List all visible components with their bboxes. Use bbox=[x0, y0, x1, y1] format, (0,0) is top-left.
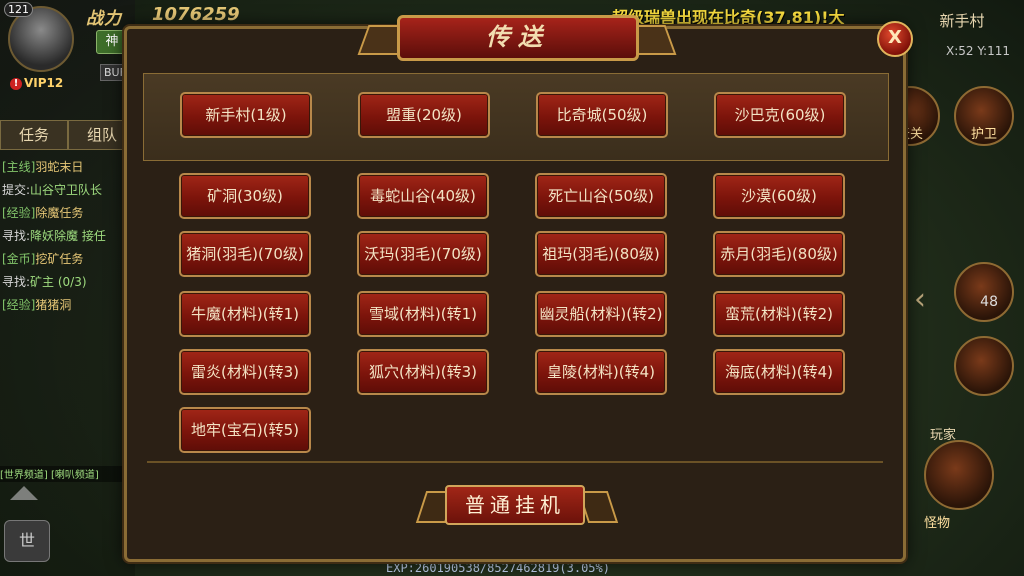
teleport-snake-valley[interactable]: 毒蛇山谷(40级) bbox=[357, 173, 489, 219]
map-name[interactable]: 新手村 bbox=[908, 8, 1016, 40]
teleport-dialog: 传送 X 新手村(1级) 盟重(20级) 比奇城(50级) 沙巴克(60级) 矿… bbox=[124, 15, 913, 562]
tab-tasks[interactable]: 任务 bbox=[0, 120, 68, 150]
auto-hangup-button[interactable]: 普通挂机 bbox=[445, 485, 585, 525]
quest-item[interactable]: [主线]羽蛇末日 bbox=[2, 156, 106, 179]
teleport-pig-cave[interactable]: 猪洞(羽毛)(70级) bbox=[179, 231, 311, 277]
teleport-wilderness[interactable]: 蛮荒(材料)(转2) bbox=[713, 291, 845, 337]
dialog-title: 传送 bbox=[397, 15, 639, 61]
teleport-biqi-city[interactable]: 比奇城(50级) bbox=[536, 92, 668, 138]
target-monster-label: 怪物 bbox=[923, 516, 950, 531]
chevron-up-icon[interactable] bbox=[10, 486, 38, 500]
teleport-death-valley[interactable]: 死亡山谷(50级) bbox=[535, 173, 667, 219]
teleport-seabed[interactable]: 海底(材料)(转4) bbox=[713, 349, 845, 395]
vip-badge[interactable]: VIP12 bbox=[24, 76, 63, 90]
exp-readout: EXP:260190538/8527462819(3.05%) bbox=[386, 561, 610, 575]
quest-item[interactable]: 寻找:降妖除魔 接任 bbox=[2, 225, 106, 248]
power-label: 战力 bbox=[86, 9, 122, 29]
close-button[interactable]: X bbox=[877, 21, 913, 57]
power-value: 1076259 bbox=[152, 4, 240, 25]
teleport-shabake[interactable]: 沙巴克(60级) bbox=[714, 92, 846, 138]
guard-button[interactable]: 护卫 bbox=[954, 86, 1014, 146]
teleport-imperial-tomb[interactable]: 皇陵(材料)(转4) bbox=[535, 349, 667, 395]
quest-item[interactable]: [金币]挖矿任务 bbox=[2, 248, 106, 271]
teleport-ghost-ship[interactable]: 幽灵船(材料)(转2) bbox=[535, 291, 667, 337]
teleport-woma[interactable]: 沃玛(羽毛)(70级) bbox=[357, 231, 489, 277]
divider bbox=[147, 461, 883, 463]
quest-item[interactable]: [经验]猪猪洞 bbox=[2, 294, 106, 317]
target-monster-button[interactable] bbox=[924, 440, 994, 510]
chevron-left-icon[interactable]: ‹ bbox=[914, 282, 926, 317]
quest-item[interactable]: 寻找:矿主 (0/3) bbox=[2, 271, 106, 294]
teleport-dungeon[interactable]: 地牢(宝石)(转5) bbox=[179, 407, 311, 453]
teleport-zuma[interactable]: 祖玛(羽毛)(80级) bbox=[535, 231, 667, 277]
teleport-desert[interactable]: 沙漠(60级) bbox=[713, 173, 845, 219]
quest-list: [主线]羽蛇末日 提交:山谷守卫队长 [经验]除魔任务 寻找:降妖除魔 接任 [… bbox=[2, 156, 106, 317]
teleport-mengzhong[interactable]: 盟重(20级) bbox=[358, 92, 490, 138]
teleport-fox-den[interactable]: 狐穴(材料)(转3) bbox=[357, 349, 489, 395]
main-city-panel: 新手村(1级) 盟重(20级) 比奇城(50级) 沙巴克(60级) bbox=[143, 73, 889, 161]
quest-item[interactable]: [经验]除魔任务 bbox=[2, 202, 106, 225]
skill-slot-button[interactable] bbox=[954, 262, 1014, 322]
teleport-red-moon[interactable]: 赤月(羽毛)(80级) bbox=[713, 231, 845, 277]
left-hud: 121 ! VIP12 神 BUF 任务 组队 [主线]羽蛇末日 提交:山谷守卫… bbox=[0, 0, 136, 576]
teleport-thunder-flame[interactable]: 雷炎(材料)(转3) bbox=[179, 349, 311, 395]
player-level: 121 bbox=[4, 2, 33, 17]
teleport-mine-cave[interactable]: 矿洞(30级) bbox=[179, 173, 311, 219]
quest-item[interactable]: 提交:山谷守卫队长 bbox=[2, 179, 106, 202]
player-coordinates: X:52 Y:111 bbox=[945, 44, 1010, 58]
teleport-bull-demon[interactable]: 牛魔(材料)(转1) bbox=[179, 291, 311, 337]
right-hud: 新手村 X:52 Y:111 天关 护卫 ‹ 48 玩家 怪物 bbox=[880, 0, 1024, 576]
task-tabs: 任务 组队 bbox=[0, 120, 136, 150]
vip-warning-icon: ! bbox=[10, 78, 22, 90]
item-count: 48 bbox=[980, 294, 998, 310]
chat-channel-bar[interactable]: [世界频道] [喇叭频道] bbox=[0, 466, 130, 482]
teleport-snow-domain[interactable]: 雪域(材料)(转1) bbox=[357, 291, 489, 337]
attack-skill-button[interactable] bbox=[954, 336, 1014, 396]
microphone-button[interactable]: 世 bbox=[4, 520, 50, 562]
teleport-novice-village[interactable]: 新手村(1级) bbox=[180, 92, 312, 138]
